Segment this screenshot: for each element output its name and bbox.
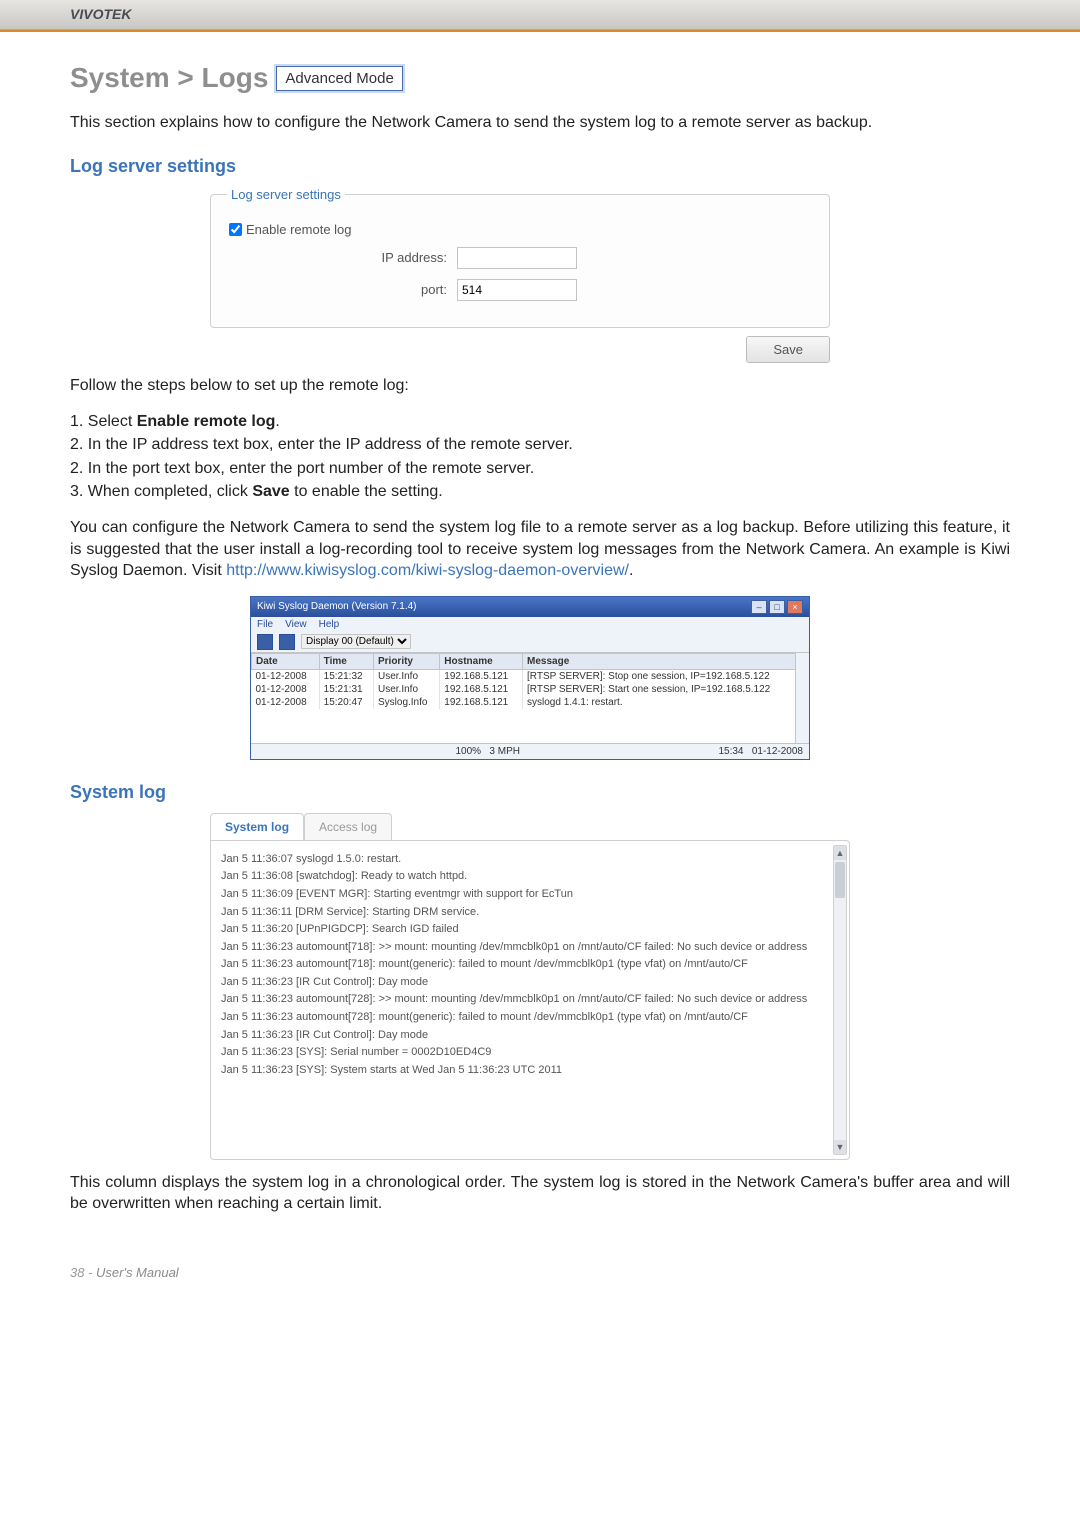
- log-server-legend: Log server settings: [227, 187, 345, 202]
- col-message: Message: [523, 653, 809, 669]
- brand-text: VIVOTEK: [70, 6, 131, 22]
- intro-paragraph: This section explains how to configure t…: [70, 112, 1010, 134]
- log-line: Jan 5 11:36:23 [IR Cut Control]: Day mod…: [221, 1027, 827, 1045]
- status-mid: 3 MPH: [489, 746, 520, 757]
- paragraph-kiwi: You can configure the Network Camera to …: [70, 517, 1010, 582]
- log-line: Jan 5 11:36:23 [SYS]: Serial number = 00…: [221, 1044, 827, 1062]
- col-time: Time: [319, 653, 373, 669]
- log-line: Jan 5 11:36:23 automount[718]: >> mount:…: [221, 939, 827, 957]
- scroll-up-icon[interactable]: ▲: [834, 846, 846, 860]
- section-system-log: System log: [70, 782, 1010, 803]
- port-input[interactable]: [457, 279, 577, 301]
- close-icon[interactable]: ×: [787, 600, 803, 614]
- scroll-thumb[interactable]: [835, 862, 845, 898]
- toolbar-icon-1[interactable]: [257, 634, 273, 650]
- kiwi-statusbar: 100% 3 MPH 15:34 01-12-2008: [251, 743, 809, 759]
- section-log-server: Log server settings: [70, 156, 1010, 177]
- log-tabs: System log Access log: [210, 813, 850, 840]
- follow-text: Follow the steps below to set up the rem…: [70, 375, 1010, 397]
- log-server-panel: Log server settings Enable remote log IP…: [210, 187, 830, 328]
- log-scrollbar[interactable]: ▲ ▼: [833, 845, 847, 1155]
- col-date: Date: [252, 653, 320, 669]
- step-2a: 2. In the IP address text box, enter the…: [70, 433, 1010, 456]
- col-hostname: Hostname: [440, 653, 523, 669]
- kiwi-titlebar: Kiwi Syslog Daemon (Version 7.1.4) – □ ×: [251, 597, 809, 617]
- kiwi-title: Kiwi Syslog Daemon (Version 7.1.4): [257, 601, 417, 612]
- log-line: Jan 5 11:36:20 [UPnPIGDCP]: Search IGD f…: [221, 921, 827, 939]
- log-line: Jan 5 11:36:08 [swatchdog]: Ready to wat…: [221, 868, 827, 886]
- log-line: Jan 5 11:36:23 automount[718]: mount(gen…: [221, 956, 827, 974]
- page-title: System > Logs Advanced Mode: [70, 62, 1010, 94]
- display-select[interactable]: Display 00 (Default): [301, 634, 411, 649]
- save-button[interactable]: Save: [746, 336, 830, 363]
- enable-remote-log-checkbox[interactable]: [229, 223, 242, 236]
- advanced-mode-badge: Advanced Mode: [276, 66, 402, 91]
- ip-address-label: IP address:: [227, 250, 457, 265]
- toolbar-icon-2[interactable]: [279, 634, 295, 650]
- log-line: Jan 5 11:36:23 automount[728]: >> mount:…: [221, 991, 827, 1009]
- ip-address-input[interactable]: [457, 247, 577, 269]
- menu-view[interactable]: View: [285, 619, 307, 630]
- enable-remote-log-label: Enable remote log: [242, 222, 362, 237]
- log-line: Jan 5 11:36:23 [IR Cut Control]: Day mod…: [221, 974, 827, 992]
- log-line: Jan 5 11:36:07 syslogd 1.5.0: restart.: [221, 851, 827, 869]
- kiwi-scrollbar[interactable]: [795, 653, 809, 743]
- tab-system-log[interactable]: System log: [210, 813, 304, 840]
- step-2b: 2. In the port text box, enter the port …: [70, 457, 1010, 480]
- menu-file[interactable]: File: [257, 619, 273, 630]
- breadcrumb-text: System > Logs: [70, 62, 268, 94]
- status-time: 15:34: [718, 746, 743, 757]
- kiwi-link[interactable]: http://www.kiwisyslog.com/kiwi-syslog-da…: [226, 562, 629, 579]
- port-label: port:: [227, 282, 457, 297]
- status-date: 01-12-2008: [752, 746, 803, 757]
- log-line: Jan 5 11:36:23 automount[728]: mount(gen…: [221, 1009, 827, 1027]
- log-line: Jan 5 11:36:11 [DRM Service]: Starting D…: [221, 904, 827, 922]
- kiwi-menubar: File View Help: [251, 617, 809, 632]
- brand-header: VIVOTEK: [0, 0, 1080, 30]
- step-3: 3. When completed, click Save to enable …: [70, 480, 1010, 503]
- menu-help[interactable]: Help: [319, 619, 340, 630]
- col-priority: Priority: [373, 653, 439, 669]
- divider-orange: [0, 30, 1080, 32]
- kiwi-table: Date Time Priority Hostname Message 01-1…: [251, 653, 809, 709]
- log-line: Jan 5 11:36:23 [SYS]: System starts at W…: [221, 1062, 827, 1080]
- maximize-icon[interactable]: □: [769, 600, 785, 614]
- footer-page: 38 -: [70, 1265, 96, 1280]
- page-footer: 38 - User's Manual: [70, 1265, 1010, 1280]
- steps-list: 1. Select Enable remote log. 2. In the I…: [70, 410, 1010, 503]
- scroll-down-icon[interactable]: ▼: [834, 1140, 846, 1154]
- closing-paragraph: This column displays the system log in a…: [70, 1172, 1010, 1215]
- table-row: 01-12-2008 15:20:47 Syslog.Info 192.168.…: [252, 696, 809, 709]
- table-row: 01-12-2008 15:21:32 User.Info 192.168.5.…: [252, 669, 809, 683]
- footer-label: User's Manual: [96, 1265, 179, 1280]
- minimize-icon[interactable]: –: [751, 600, 767, 614]
- tab-access-log[interactable]: Access log: [304, 813, 392, 840]
- kiwi-toolbar: Display 00 (Default): [251, 632, 809, 653]
- status-left: 100%: [455, 746, 481, 757]
- system-log-box: Jan 5 11:36:07 syslogd 1.5.0: restart. J…: [210, 840, 850, 1160]
- table-row: 01-12-2008 15:21:31 User.Info 192.168.5.…: [252, 683, 809, 696]
- step-1: 1. Select Enable remote log.: [70, 410, 1010, 433]
- kiwi-window: Kiwi Syslog Daemon (Version 7.1.4) – □ ×…: [250, 596, 810, 760]
- log-line: Jan 5 11:36:09 [EVENT MGR]: Starting eve…: [221, 886, 827, 904]
